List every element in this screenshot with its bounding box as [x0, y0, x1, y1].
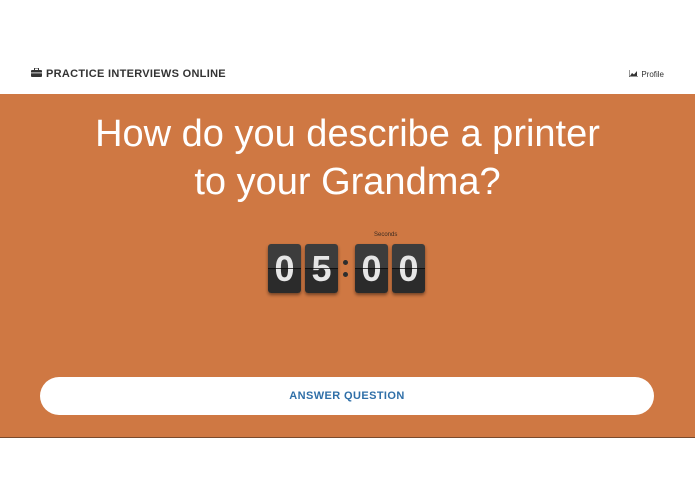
question-line-2: to your Grandma?	[194, 161, 501, 203]
brand-logo[interactable]: PRACTICE INTERVIEWS ONLINE	[31, 67, 226, 80]
chart-icon	[628, 70, 639, 79]
briefcase-icon	[31, 67, 42, 80]
profile-link[interactable]: Profile	[628, 70, 664, 79]
seconds-label: Seconds	[374, 232, 398, 238]
minutes-ones-digit: 5	[305, 244, 338, 293]
top-nav: PRACTICE INTERVIEWS ONLINE Profile	[0, 60, 695, 94]
profile-label: Profile	[641, 70, 664, 79]
question-text: How do you describe a printer to your Gr…	[0, 110, 695, 206]
timer-separator	[342, 256, 348, 282]
seconds-tens-digit: 0	[355, 244, 388, 293]
brand-name: PRACTICE INTERVIEWS ONLINE	[46, 68, 226, 80]
countdown-timer: Seconds 0 5 0 0	[0, 232, 695, 293]
question-panel: How do you describe a printer to your Gr…	[0, 94, 695, 438]
seconds-ones-digit: 0	[392, 244, 425, 293]
answer-question-button[interactable]: ANSWER QUESTION	[40, 377, 654, 415]
minutes-tens-digit: 0	[268, 244, 301, 293]
question-line-1: How do you describe a printer	[95, 113, 600, 155]
